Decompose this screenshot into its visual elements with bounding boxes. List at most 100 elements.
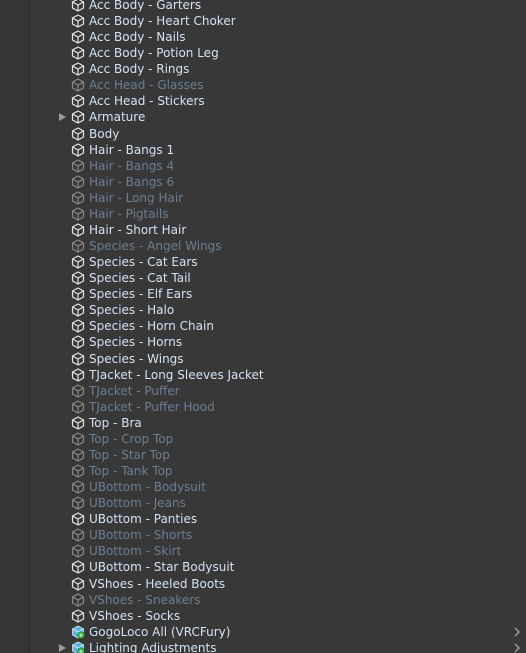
hierarchy-row-label: UBottom - Jeans	[89, 496, 186, 511]
gameobject-icon	[71, 544, 85, 558]
hierarchy-row-label: Body	[89, 126, 120, 141]
hierarchy-row[interactable]: Hair - Long Hair	[0, 190, 526, 206]
hierarchy-row[interactable]: GogoLoco All (VRCFury)	[0, 624, 526, 640]
hierarchy-row[interactable]: UBottom - Jeans	[0, 495, 526, 511]
hierarchy-row-label: Hair - Bangs 6	[89, 174, 175, 189]
gameobject-icon	[71, 78, 85, 92]
hierarchy-row-label: Species - Horn Chain	[89, 319, 214, 334]
hierarchy-row-label: Acc Body - Nails	[89, 30, 186, 45]
hierarchy-row[interactable]: TJacket - Long Sleeves Jacket	[0, 367, 526, 383]
prefab-icon	[71, 641, 85, 653]
gameobject-icon	[71, 14, 85, 28]
hierarchy-row-label: Species - Cat Ears	[89, 255, 198, 270]
hierarchy-row[interactable]: UBottom - Star Bodysuit	[0, 559, 526, 575]
hierarchy-row-label: VShoes - Heeled Boots	[89, 576, 226, 591]
hierarchy-row-label: Species - Elf Ears	[89, 287, 193, 302]
hierarchy-panel: Acc Body - Garters Acc Body - Heart Choke…	[0, 0, 526, 653]
hierarchy-row-label: Acc Body - Potion Leg	[89, 46, 219, 61]
hierarchy-row-label: Acc Body - Rings	[89, 62, 190, 77]
gameobject-icon	[71, 512, 85, 526]
hierarchy-row[interactable]: UBottom - Bodysuit	[0, 479, 526, 495]
hierarchy-row[interactable]: VShoes - Socks	[0, 608, 526, 624]
hierarchy-row[interactable]: Acc Body - Rings	[0, 61, 526, 77]
hierarchy-row-label: Top - Crop Top	[89, 431, 174, 446]
hierarchy-row-label: Hair - Bangs 1	[89, 142, 175, 157]
open-prefab-chevron-icon[interactable]	[511, 642, 523, 653]
hierarchy-row[interactable]: Species - Cat Ears	[0, 254, 526, 270]
gameobject-icon	[71, 384, 85, 398]
hierarchy-row-label: VShoes - Sneakers	[89, 592, 201, 607]
gameobject-icon	[71, 303, 85, 317]
gameobject-icon	[71, 335, 85, 350]
hierarchy-row-label: GogoLoco All (VRCFury)	[89, 624, 231, 639]
hierarchy-row[interactable]: Species - Elf Ears	[0, 286, 526, 302]
hierarchy-row-label: Lighting Adjustments	[89, 640, 217, 653]
hierarchy-row[interactable]: Species - Horns	[0, 334, 526, 350]
hierarchy-row[interactable]: Acc Body - Garters	[0, 0, 526, 13]
foldout-arrow-icon[interactable]	[59, 113, 66, 122]
prefab-icon	[71, 625, 85, 639]
gameobject-icon	[71, 159, 85, 173]
hierarchy-row-label: Top - Bra	[89, 415, 142, 430]
hierarchy-row[interactable]: Species - Halo	[0, 302, 526, 318]
hierarchy-row-label: Hair - Long Hair	[89, 190, 184, 205]
hierarchy-row[interactable]: Acc Body - Heart Choker	[0, 13, 526, 29]
hierarchy-row[interactable]: Hair - Pigtails	[0, 206, 526, 222]
hierarchy-row[interactable]: Hair - Short Hair	[0, 222, 526, 238]
hierarchy-row-label: Hair - Short Hair	[89, 222, 187, 237]
gameobject-icon	[71, 94, 85, 109]
hierarchy-row[interactable]: UBottom - Shorts	[0, 527, 526, 543]
hierarchy-row[interactable]: Species - Horn Chain	[0, 318, 526, 334]
hierarchy-row[interactable]: VShoes - Sneakers	[0, 592, 526, 608]
hierarchy-row[interactable]: Acc Head - Glasses	[0, 77, 526, 93]
hierarchy-row[interactable]: Top - Crop Top	[0, 431, 526, 447]
hierarchy-row[interactable]: VShoes - Heeled Boots	[0, 576, 526, 592]
hierarchy-row[interactable]: TJacket - Puffer Hood	[0, 399, 526, 415]
gameobject-icon	[71, 416, 85, 430]
hierarchy-row[interactable]: UBottom - Skirt	[0, 543, 526, 559]
hierarchy-row[interactable]: Species - Angel Wings	[0, 238, 526, 254]
gameobject-icon	[71, 191, 85, 205]
hierarchy-row-label: Top - Star Top	[89, 447, 170, 462]
gameobject-icon	[71, 480, 85, 494]
hierarchy-row-label: UBottom - Panties	[89, 512, 198, 527]
hierarchy-row[interactable]: Hair - Bangs 6	[0, 174, 526, 190]
hierarchy-row[interactable]: Top - Star Top	[0, 447, 526, 463]
gameobject-icon	[71, 400, 85, 414]
hierarchy-row[interactable]: Top - Bra	[0, 415, 526, 431]
hierarchy-row-label: UBottom - Bodysuit	[89, 480, 206, 495]
hierarchy-row[interactable]: Species - Wings	[0, 351, 526, 367]
hierarchy-row[interactable]: Acc Body - Nails	[0, 29, 526, 45]
hierarchy-row[interactable]: Lighting Adjustments	[0, 640, 526, 653]
hierarchy-row[interactable]: TJacket - Puffer	[0, 383, 526, 399]
hierarchy-row[interactable]: Species - Cat Tail	[0, 270, 526, 286]
hierarchy-row-label: Acc Body - Garters	[89, 0, 202, 12]
gameobject-icon	[71, 448, 85, 462]
gameobject-icon	[71, 143, 85, 157]
gameobject-icon	[71, 207, 85, 221]
hierarchy-row[interactable]: Acc Head - Stickers	[0, 93, 526, 109]
hierarchy-row[interactable]: Top - Tank Top	[0, 463, 526, 479]
open-prefab-chevron-icon[interactable]	[511, 626, 523, 638]
hierarchy-row-label: Top - Tank Top	[89, 464, 173, 479]
hierarchy-row[interactable]: UBottom - Panties	[0, 511, 526, 527]
gameobject-icon	[71, 609, 85, 623]
hierarchy-row[interactable]: Acc Body - Potion Leg	[0, 45, 526, 61]
hierarchy-row[interactable]: Hair - Bangs 1	[0, 142, 526, 158]
gameobject-icon	[71, 46, 85, 60]
hierarchy-row[interactable]: Body	[0, 126, 526, 142]
gameobject-icon	[71, 464, 85, 478]
hierarchy-row[interactable]: Armature	[0, 109, 526, 125]
gameobject-icon	[71, 368, 85, 382]
hierarchy-row-label: Hair - Bangs 4	[89, 158, 175, 173]
gameobject-icon	[71, 30, 85, 44]
foldout-arrow-icon[interactable]	[59, 643, 66, 652]
hierarchy-row[interactable]: Hair - Bangs 4	[0, 158, 526, 174]
gameobject-icon	[71, 255, 85, 269]
hierarchy-row-label: TJacket - Long Sleeves Jacket	[89, 367, 264, 382]
hierarchy-row-label: Species - Horns	[89, 335, 183, 350]
hierarchy-row-label: Species - Cat Tail	[89, 271, 191, 286]
hierarchy-row-label: Acc Body - Heart Choker	[89, 14, 236, 29]
gameobject-icon	[71, 351, 85, 366]
hierarchy-row-label: UBottom - Shorts	[89, 528, 193, 543]
